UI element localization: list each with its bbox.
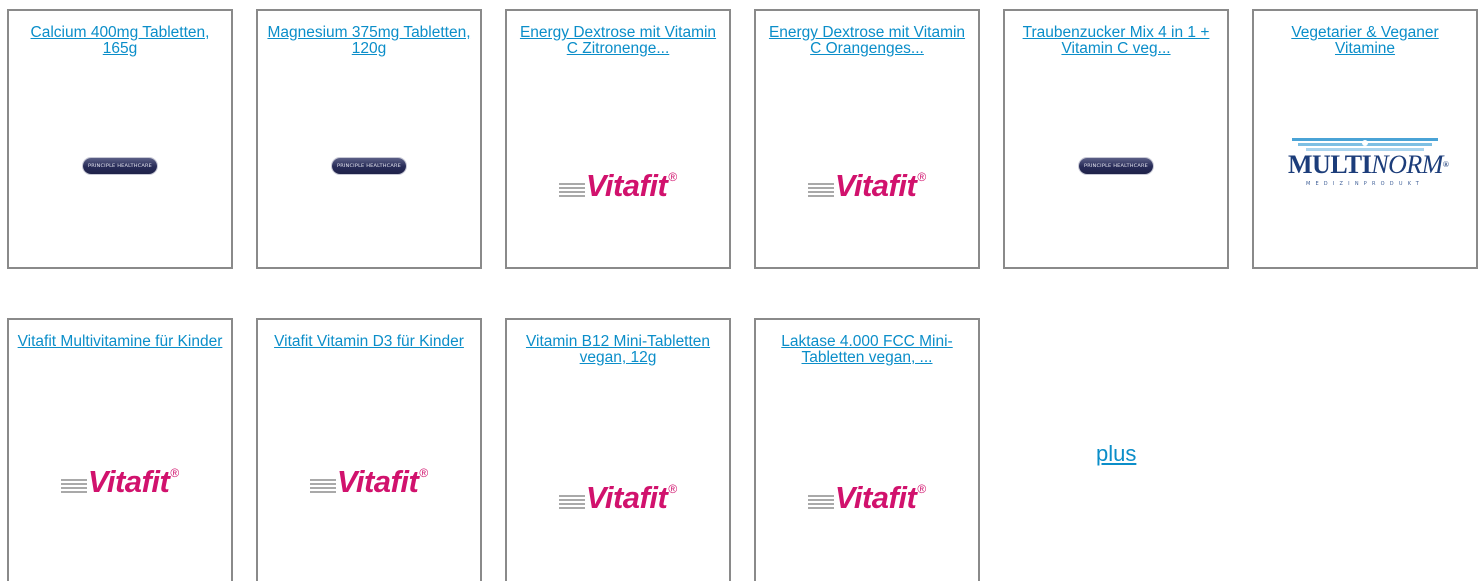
product-card-laktase[interactable]: Laktase 4.000 FCC Mini-Tabletten vegan, … <box>754 318 980 581</box>
product-card-vitamin-d3-kinder[interactable]: Vitafit Vitamin D3 für Kinder Vitafit ® <box>256 318 482 581</box>
vitafit-logo: Vitafit ® <box>807 168 927 203</box>
product-card-vitamin-b12[interactable]: Vitamin B12 Mini-Tabletten vegan, 12g Vi… <box>505 318 731 581</box>
principle-healthcare-logo-text: PRINCIPLE HEALTHCARE <box>87 162 152 169</box>
product-card-traubenzucker[interactable]: Traubenzucker Mix 4 in 1 + Vitamin C veg… <box>1003 9 1229 269</box>
multinorm-wordmark: MULTINORM® <box>1288 150 1449 179</box>
product-card-energy-dextrose-orange[interactable]: Energy Dextrose mit Vitamin C Orangenges… <box>754 9 980 269</box>
product-link[interactable]: Calcium 400mg Tabletten, 165g <box>15 25 225 57</box>
vitafit-lines-icon <box>807 495 834 509</box>
principle-healthcare-logo: PRINCIPLE HEALTHCARE <box>332 158 406 174</box>
principle-healthcare-logo: PRINCIPLE HEALTHCARE <box>83 158 157 174</box>
brand-logo-vitafit: Vitafit ® <box>258 464 480 498</box>
product-link[interactable]: Traubenzucker Mix 4 in 1 + Vitamin C veg… <box>1011 25 1221 57</box>
vitafit-logo: Vitafit ® <box>60 464 180 499</box>
vitafit-wordmark: Vitafit <box>87 464 170 499</box>
vitafit-logo: Vitafit ® <box>558 168 678 203</box>
brand-logo-vitafit: Vitafit ® <box>507 168 729 202</box>
brand-logo-principle-healthcare: PRINCIPLE HEALTHCARE <box>258 158 480 174</box>
vitafit-lines-icon <box>60 479 87 493</box>
vitafit-wordmark: Vitafit <box>834 168 917 203</box>
multinorm-word-a: MULTI <box>1288 150 1372 179</box>
product-link[interactable]: Vegetarier & Veganer Vitamine <box>1260 25 1470 57</box>
principle-healthcare-logo: PRINCIPLE HEALTHCARE <box>1079 158 1153 174</box>
vitafit-wordmark: Vitafit <box>336 464 419 499</box>
brand-logo-vitafit: Vitafit ® <box>756 168 978 202</box>
multinorm-word-b: NORM <box>1371 150 1443 179</box>
product-card-multivitamine-kinder[interactable]: Vitafit Multivitamine für Kinder Vitafit… <box>7 318 233 581</box>
product-card-energy-dextrose-zitrone[interactable]: Energy Dextrose mit Vitamin C Zitronenge… <box>505 9 731 269</box>
product-link[interactable]: Energy Dextrose mit Vitamin C Zitronenge… <box>513 25 723 57</box>
product-link[interactable]: Laktase 4.000 FCC Mini-Tabletten vegan, … <box>762 334 972 366</box>
vitafit-lines-icon <box>558 183 585 197</box>
product-link[interactable]: Magnesium 375mg Tabletten, 120g <box>264 25 474 57</box>
registered-mark: ® <box>1442 160 1449 169</box>
product-link[interactable]: Vitafit Vitamin D3 für Kinder <box>264 334 474 350</box>
registered-mark: ® <box>170 466 180 480</box>
brand-logo-principle-healthcare: PRINCIPLE HEALTHCARE <box>9 158 231 174</box>
brand-logo-vitafit: Vitafit ® <box>756 480 978 514</box>
brand-logo-multinorm: MULTINORM® MEDIZINPRODUKT <box>1254 138 1476 187</box>
vitafit-wordmark: Vitafit <box>585 168 668 203</box>
product-link[interactable]: Energy Dextrose mit Vitamin C Orangenges… <box>762 25 972 57</box>
product-card-magnesium[interactable]: Magnesium 375mg Tabletten, 120g PRINCIPL… <box>256 9 482 269</box>
vitafit-logo: Vitafit ® <box>807 480 927 515</box>
brand-logo-vitafit: Vitafit ® <box>9 464 231 498</box>
more-products-link[interactable]: plus <box>1096 441 1136 467</box>
principle-healthcare-logo-text: PRINCIPLE HEALTHCARE <box>1083 162 1148 169</box>
vitafit-lines-icon <box>558 495 585 509</box>
vitafit-lines-icon <box>309 479 336 493</box>
brand-logo-vitafit: Vitafit ® <box>507 480 729 514</box>
registered-mark: ® <box>419 466 429 480</box>
brand-logo-principle-healthcare: PRINCIPLE HEALTHCARE <box>1005 158 1227 174</box>
product-grid: Calcium 400mg Tabletten, 165g PRINCIPLE … <box>7 9 1479 581</box>
multinorm-logo: MULTINORM® MEDIZINPRODUKT <box>1288 138 1449 187</box>
registered-mark: ® <box>917 482 927 496</box>
vitafit-wordmark: Vitafit <box>585 480 668 515</box>
vitafit-logo: Vitafit ® <box>558 480 678 515</box>
registered-mark: ® <box>668 482 678 496</box>
registered-mark: ® <box>917 170 927 184</box>
vitafit-logo: Vitafit ® <box>309 464 429 499</box>
product-link[interactable]: Vitafit Multivitamine für Kinder <box>15 334 225 350</box>
product-link[interactable]: Vitamin B12 Mini-Tabletten vegan, 12g <box>513 334 723 366</box>
multinorm-subtitle: MEDIZINPRODUKT <box>1305 181 1425 187</box>
vitafit-lines-icon <box>807 183 834 197</box>
multinorm-bars-icon <box>1288 138 1442 152</box>
principle-healthcare-logo-text: PRINCIPLE HEALTHCARE <box>336 162 401 169</box>
registered-mark: ® <box>668 170 678 184</box>
product-card-calcium[interactable]: Calcium 400mg Tabletten, 165g PRINCIPLE … <box>7 9 233 269</box>
vitafit-wordmark: Vitafit <box>834 480 917 515</box>
product-card-vegetarier-veganer[interactable]: Vegetarier & Veganer Vitamine MULTINORM®… <box>1252 9 1478 269</box>
